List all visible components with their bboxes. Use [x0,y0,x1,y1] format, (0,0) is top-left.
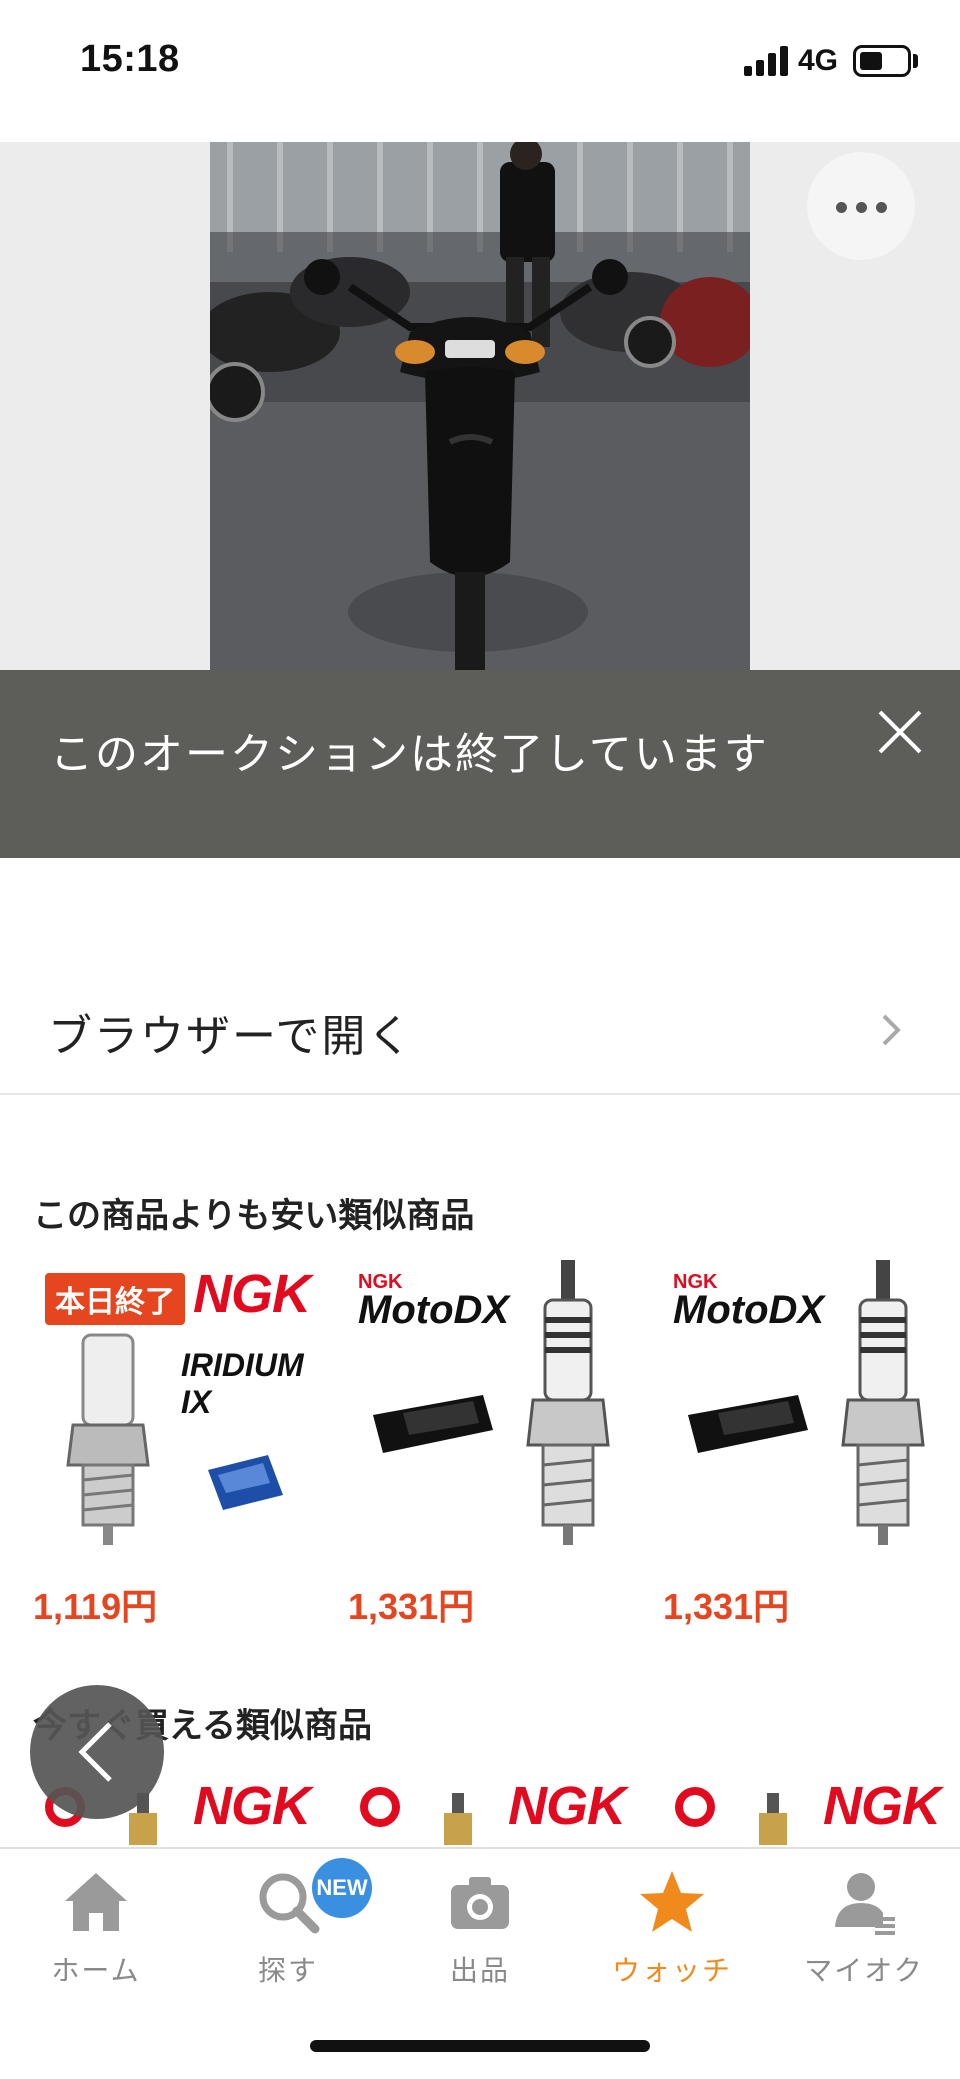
status-bar: 15:18 4G [0,0,960,128]
close-icon[interactable] [872,704,928,760]
ending-today-badge: 本日終了 [45,1273,185,1325]
spark-plug-image [66,1333,150,1545]
open-in-browser-row[interactable]: ブラウザーで開く [0,960,960,1095]
tab-myauction-label: マイオク [804,1955,924,1986]
spark-plug-image [526,1260,610,1545]
spark-plug-image [759,1793,787,1845]
tab-watch-label: ウォッチ [611,1955,732,1986]
new-badge: NEW [312,1858,372,1918]
product-card[interactable]: NGK MotoDX 1,331円 [663,1255,960,1635]
status-time: 15:18 [80,38,180,80]
product-box-image [208,1455,283,1510]
product-name-text: MotoDX [358,1288,510,1332]
product-box-image [688,1395,808,1453]
ngk-logo: NGK [508,1776,626,1836]
search-icon [259,1873,320,1934]
product-card[interactable]: 本日終了 NGK IRIDIUM IX 1,119円 [33,1255,333,1635]
spark-plugs-logo [360,1787,400,1827]
tab-myauction[interactable]: マイオク [768,1867,960,1997]
product-card[interactable]: NGK [663,1775,960,1845]
back-button[interactable] [30,1685,164,1819]
tab-sell[interactable]: 出品 [384,1867,576,1997]
product-name-text: MotoDX [673,1288,825,1332]
battery-icon [853,45,911,77]
product-price: 1,331円 [663,1586,790,1627]
ngk-logo: NGK [193,1264,311,1324]
product-name-text: IRIDIUM IX [181,1347,304,1420]
product-card[interactable]: NGK [348,1775,648,1845]
auction-ended-banner: このオークションは終了しています [0,670,960,858]
camera-icon [451,1877,509,1929]
tab-home[interactable]: ホーム [0,1867,192,1997]
more-icon [836,202,847,213]
tab-sell-label: 出品 [449,1955,510,1986]
more-options-button[interactable] [807,152,915,260]
tab-watch[interactable]: ウォッチ [576,1867,768,1997]
product-price: 1,119円 [33,1586,158,1627]
spark-plugs-logo [675,1787,715,1827]
product-card[interactable]: NGK MotoDX 1,331円 [348,1255,648,1635]
product-image[interactable]: NGK MotoDX [348,1255,638,1555]
product-box-image [373,1395,493,1453]
product-image[interactable]: 本日終了 NGK IRIDIUM IX [33,1255,323,1555]
tab-search-label: 探す [257,1955,318,1986]
ngk-logo: NGK [193,1776,311,1836]
product-image[interactable]: NGK MotoDX [663,1255,953,1555]
auction-ended-text: このオークションは終了しています [50,731,769,779]
star-icon [640,1871,704,1932]
product-price: 1,331円 [348,1586,475,1627]
item-photo[interactable] [210,142,750,670]
ngk-logo: NGK [823,1776,941,1836]
spark-plug-image [444,1793,472,1845]
home-icon [65,1873,127,1931]
cheaper-items-title: この商品よりも安い類似商品 [33,1197,475,1235]
user-icon [835,1873,895,1935]
network-type: 4G [798,44,839,77]
chevron-right-icon [882,1014,901,1046]
open-in-browser-label: ブラウザーで開く [48,1012,414,1061]
signal-icon [744,46,788,76]
home-indicator[interactable] [310,2040,650,2052]
tab-home-label: ホーム [51,1955,141,1986]
chevron-left-icon [78,1722,112,1782]
spark-plug-image [841,1260,925,1545]
